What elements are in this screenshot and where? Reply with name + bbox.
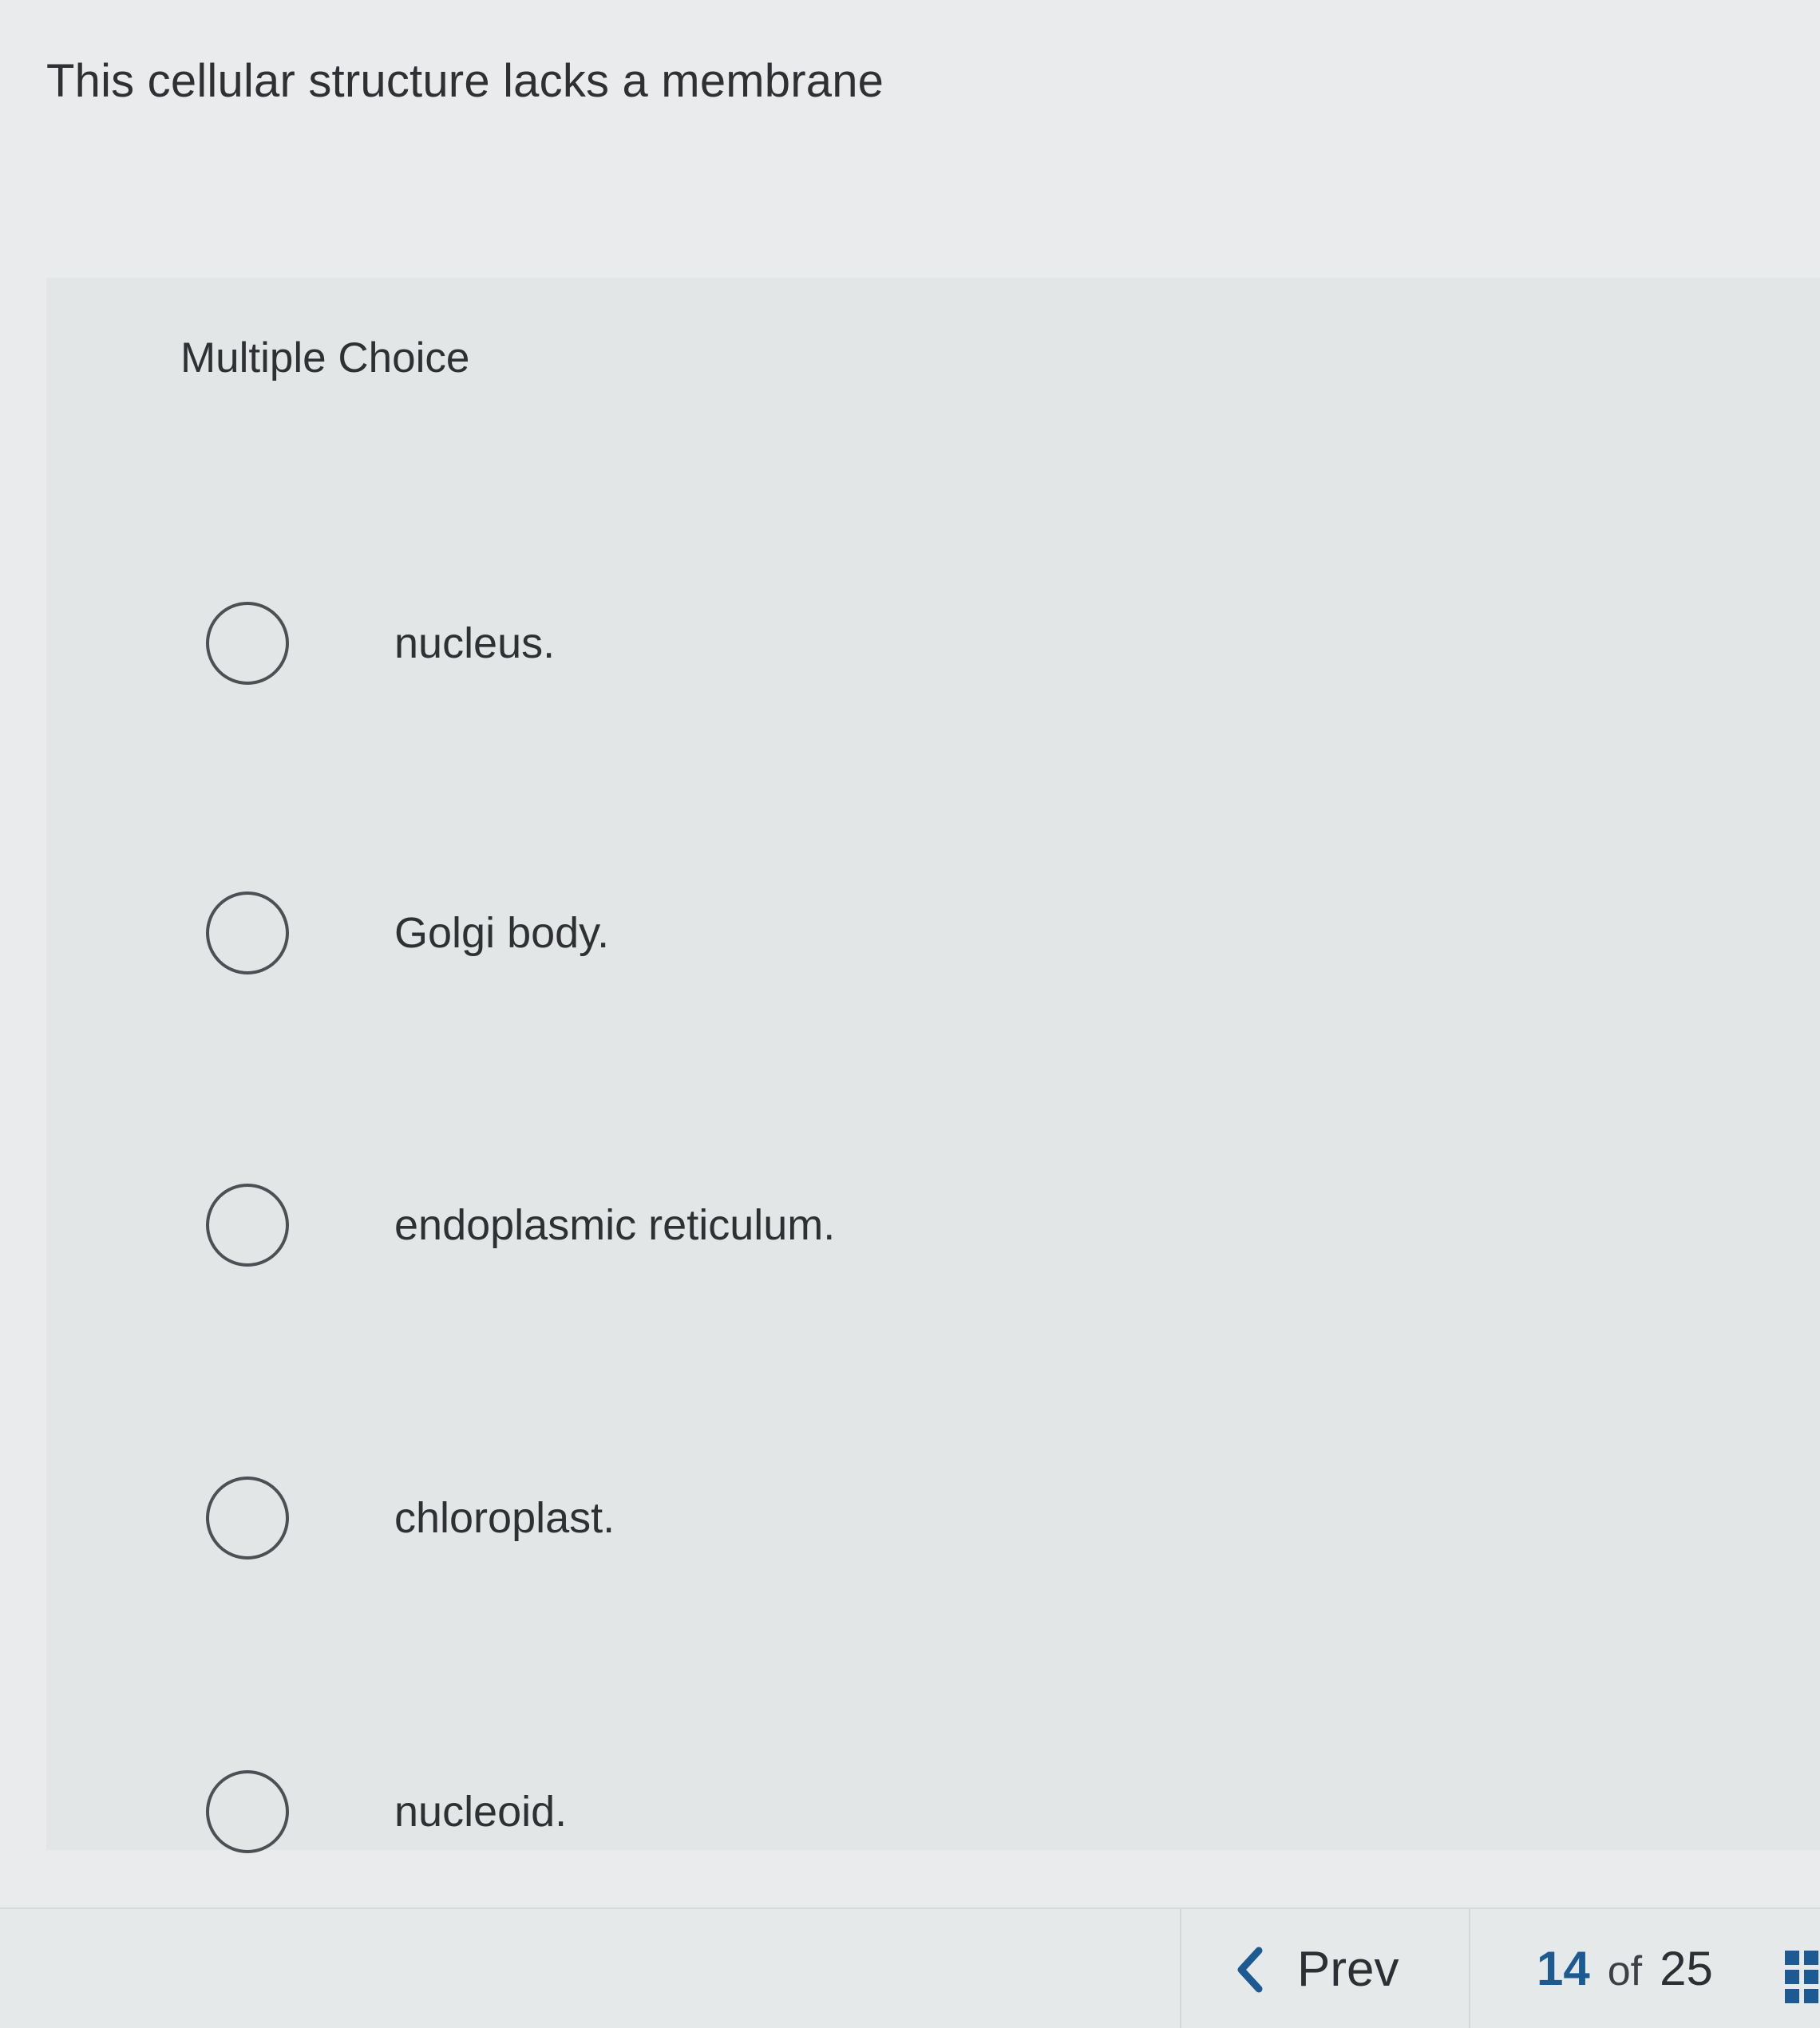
- radio-button[interactable]: [206, 1184, 289, 1267]
- page-counter: 14 of 25: [1537, 1941, 1713, 1996]
- page-of-label: of: [1607, 1948, 1643, 1994]
- option-label: endoplasmic reticulum.: [394, 1201, 836, 1249]
- radio-button[interactable]: [206, 891, 289, 974]
- prev-button[interactable]: Prev: [1233, 1941, 1399, 1998]
- option-golgi-body[interactable]: Golgi body.: [206, 885, 1323, 981]
- radio-button[interactable]: [206, 602, 289, 685]
- footer-divider: [1180, 1909, 1181, 2028]
- option-nucleus[interactable]: nucleus.: [206, 595, 1323, 691]
- option-label: Golgi body.: [394, 909, 610, 957]
- option-label: nucleoid.: [394, 1788, 568, 1836]
- radio-button[interactable]: [206, 1770, 289, 1853]
- navigation-footer: Prev 14 of 25: [0, 1907, 1820, 2028]
- question-text: This cellular structure lacks a membrane: [46, 55, 884, 107]
- current-page: 14: [1537, 1942, 1590, 1995]
- footer-divider: [1469, 1909, 1470, 2028]
- option-label: nucleus.: [394, 619, 556, 667]
- multiple-choice-label: Multiple Choice: [180, 334, 470, 381]
- total-pages: 25: [1660, 1942, 1713, 1995]
- radio-button[interactable]: [206, 1477, 289, 1560]
- option-label: chloroplast.: [394, 1494, 615, 1542]
- chevron-left-icon: [1237, 1947, 1263, 1992]
- option-endoplasmic-reticulum[interactable]: endoplasmic reticulum.: [206, 1177, 1323, 1273]
- option-chloroplast[interactable]: chloroplast.: [206, 1470, 1323, 1566]
- prev-label: Prev: [1297, 1942, 1399, 1997]
- multiple-choice-panel: Multiple Choice nucleus. Golgi body. end…: [46, 278, 1820, 1853]
- option-nucleoid[interactable]: nucleoid.: [206, 1764, 1323, 1860]
- grid-icon[interactable]: [1785, 1951, 1820, 2005]
